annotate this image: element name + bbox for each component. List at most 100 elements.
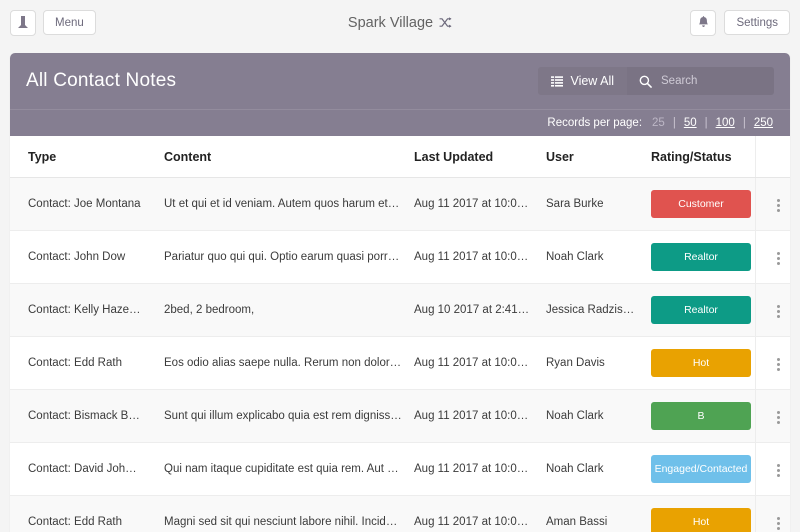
cell-content: Pariatur quo qui qui. Optio earum quasi … — [150, 230, 410, 284]
status-badge[interactable]: Hot — [651, 508, 751, 532]
cell-last-updated: Aug 11 2017 at 10:02 AM — [410, 336, 540, 390]
cell-actions — [754, 230, 790, 284]
column-header-rating-status[interactable]: Rating/Status — [645, 136, 755, 178]
search-input[interactable]: Search — [627, 67, 774, 95]
cell-user: Aman Bassi — [540, 495, 645, 532]
contact-notes-panel: All Contact Notes View All Search Record… — [10, 53, 790, 532]
table-row[interactable]: Contact: Kelly Hazerfake 2bed, 2 bedroom,… — [10, 283, 790, 337]
cell-last-updated: Aug 11 2017 at 10:02 AM — [410, 230, 540, 284]
cell-user: Jessica Radziszewska — [540, 283, 645, 337]
cell-user: Noah Clark — [540, 230, 645, 284]
table-row[interactable]: Contact: Bismack BiyomboSunt qui illum e… — [10, 389, 790, 443]
status-badge[interactable]: Engaged/Contacted — [651, 455, 751, 483]
records-per-page-bar: Records per page: 25 | 50 | 100 | 250 — [10, 109, 790, 136]
column-header-user[interactable]: User — [540, 136, 645, 178]
cell-type: Contact: Joe Montana — [10, 177, 150, 231]
kebab-menu-icon[interactable] — [774, 408, 783, 427]
search-placeholder: Search — [661, 75, 698, 87]
cell-type: Contact: Kelly Hazerfake — [10, 283, 150, 337]
view-all-button[interactable]: View All — [538, 67, 627, 95]
cell-last-updated: Aug 11 2017 at 10:02 AM — [410, 495, 540, 532]
cell-content: Eos odio alias saepe nulla. Rerum non do… — [150, 336, 410, 390]
cell-content: Magni sed sit qui nesciunt labore nihil.… — [150, 495, 410, 532]
kebab-menu-icon[interactable] — [774, 302, 783, 321]
table-row[interactable]: Contact: Edd Rath Magni sed sit qui nesci… — [10, 495, 790, 532]
cell-actions — [754, 177, 790, 231]
menu-button[interactable]: Menu — [43, 10, 96, 35]
panel-header-actions: View All Search — [538, 67, 774, 95]
cell-rating-status: Hot — [645, 495, 755, 532]
cell-user: Noah Clark — [540, 442, 645, 496]
cell-type: Contact: Edd Rath — [10, 336, 150, 390]
shuffle-icon — [439, 17, 452, 28]
cell-type: Contact: John Dow — [10, 230, 150, 284]
records-option-50[interactable]: 50 — [683, 117, 698, 129]
list-icon — [551, 75, 564, 87]
settings-button[interactable]: Settings — [724, 10, 790, 35]
page-title: Spark Village — [0, 15, 800, 31]
cell-actions — [754, 283, 790, 337]
app-topbar: Menu Spark Village Settings — [0, 0, 800, 45]
cell-last-updated: Aug 10 2017 at 2:41 PM — [410, 283, 540, 337]
page-title-text: Spark Village — [347, 14, 434, 31]
column-header-actions — [754, 136, 790, 178]
search-icon — [639, 75, 652, 88]
status-badge[interactable]: Hot — [651, 349, 751, 377]
status-badge[interactable]: B — [651, 402, 751, 430]
cell-content: Ut et qui et id veniam. Autem quos harum… — [150, 177, 410, 231]
panel-title: All Contact Notes — [26, 70, 177, 91]
kebab-menu-icon[interactable] — [774, 196, 783, 215]
cell-user: Sara Burke — [540, 177, 645, 231]
cell-last-updated: Aug 11 2017 at 10:02 AM — [410, 442, 540, 496]
cell-type: Contact: David Johnson — [10, 442, 150, 496]
cell-rating-status: Customer — [645, 177, 755, 231]
cell-rating-status: Engaged/Contacted — [645, 442, 755, 496]
table-row[interactable]: Contact: John Dow Pariatur quo qui qui. O… — [10, 230, 790, 284]
records-option-25[interactable]: 25 — [651, 117, 666, 129]
cell-actions — [754, 495, 790, 532]
cell-type: Contact: Bismack Biyombo — [10, 389, 150, 443]
records-separator-3: | — [742, 117, 746, 129]
cell-rating-status: Realtor — [645, 283, 755, 337]
topbar-left-group: Menu — [10, 9, 96, 36]
contact-notes-table: Type Content Last Updated User Rating/St… — [10, 136, 790, 532]
status-badge[interactable]: Customer — [651, 190, 751, 218]
status-badge[interactable]: Realtor — [651, 296, 751, 324]
records-per-page-label: Records per page: — [547, 117, 643, 129]
table-row[interactable]: Contact: Edd Rath Eos odio alias saepe nu… — [10, 336, 790, 390]
cell-last-updated: Aug 11 2017 at 10:02 AM — [410, 389, 540, 443]
cell-user: Noah Clark — [540, 389, 645, 443]
pennant-logo-glyph — [17, 16, 28, 28]
cell-content: 2bed, 2 bedroom, — [150, 283, 410, 337]
column-header-type[interactable]: Type — [10, 136, 150, 178]
column-header-content[interactable]: Content — [150, 136, 410, 178]
table-head: Type Content Last Updated User Rating/St… — [10, 136, 790, 178]
table-body: Contact: Joe Montana Ut et qui et id veni… — [10, 177, 790, 532]
kebab-menu-icon[interactable] — [774, 461, 783, 480]
cell-content: Sunt qui illum explicabo quia est rem di… — [150, 389, 410, 443]
records-option-250[interactable]: 250 — [753, 117, 774, 129]
cell-actions — [754, 389, 790, 443]
table-row[interactable]: Contact: Joe Montana Ut et qui et id veni… — [10, 177, 790, 231]
cell-type: Contact: Edd Rath — [10, 495, 150, 532]
records-option-100[interactable]: 100 — [715, 117, 736, 129]
kebab-menu-icon[interactable] — [774, 249, 783, 268]
column-header-last-updated[interactable]: Last Updated — [410, 136, 540, 178]
topbar-right-group: Settings — [690, 9, 790, 36]
kebab-menu-icon[interactable] — [774, 355, 783, 374]
cell-actions — [754, 442, 790, 496]
records-separator-2: | — [704, 117, 708, 129]
view-all-label: View All — [570, 74, 614, 88]
cell-rating-status: Realtor — [645, 230, 755, 284]
bell-glyph — [699, 16, 708, 27]
pennant-logo-icon[interactable] — [10, 9, 36, 36]
table-row[interactable]: Contact: David Johnson Qui nam itaque cup… — [10, 442, 790, 496]
status-badge[interactable]: Realtor — [651, 243, 751, 271]
cell-rating-status: B — [645, 389, 755, 443]
kebab-menu-icon[interactable] — [774, 514, 783, 532]
cell-content: Qui nam itaque cupiditate est quia rem. … — [150, 442, 410, 496]
cell-rating-status: Hot — [645, 336, 755, 390]
panel-header: All Contact Notes View All Search — [10, 53, 790, 109]
bell-icon[interactable] — [690, 9, 717, 36]
cell-actions — [754, 336, 790, 390]
